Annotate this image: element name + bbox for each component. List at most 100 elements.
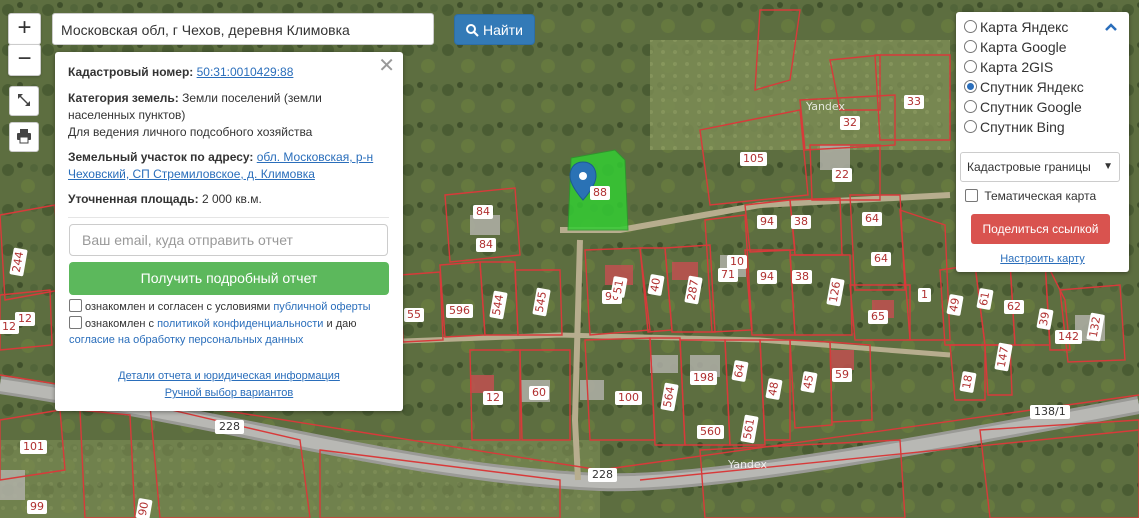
thematic-map-checkbox[interactable] [965,189,978,202]
plot-label: 84 [476,238,496,252]
land-category-row: Категория земель: Земли поселений (земли… [68,90,389,141]
zoom-out-button[interactable]: − [8,44,41,76]
layer-option-label: Карта 2GIS [980,59,1054,75]
email-field[interactable]: Ваш email, куда отправить отчет [69,224,388,256]
print-button[interactable] [9,122,39,152]
area-value: 2 000 кв.м. [201,192,262,206]
radio-button[interactable] [964,60,977,73]
layer-option-label: Спутник Bing [980,119,1065,135]
data-processing-link[interactable]: согласие на обработку персональных данны… [69,334,303,346]
plot-label: 105 [740,152,767,166]
layer-option-label: Спутник Google [980,99,1082,115]
fullscreen-button[interactable] [9,86,39,116]
cadastral-number-link[interactable]: 50:31:0010429:88 [197,65,294,79]
privacy-consent-checkbox[interactable] [69,316,82,329]
plot-label: 32 [840,116,860,130]
layer-option-bing-satellite[interactable]: Спутник Bing [964,117,1065,137]
privacy-consent-text-2: и даю [326,318,357,330]
plot-label: 198 [690,371,717,385]
plot-label: 12 [483,391,503,405]
radio-button[interactable] [964,100,977,113]
collapse-chevron [1105,23,1117,31]
thematic-map-row: Тематическая карта [965,188,1096,204]
layer-option-2gis-map[interactable]: Карта 2GIS [964,57,1053,77]
manual-choice-link[interactable]: Ручной выбор вариантов [165,387,293,399]
plot-label: 94 [757,215,777,229]
map-layers-panel: Карта Яндекс Карта Google Карта 2GIS Спу… [956,12,1129,272]
plot-label: 71 [718,268,738,282]
overlay-select-value: Кадастровые границы [967,160,1091,174]
plot-label: 99 [27,500,47,514]
layer-option-yandex-satellite[interactable]: Спутник Яндекс [964,77,1084,97]
address-label: Земельный участок по адресу: [68,150,254,164]
cadastral-number-row: Кадастровый номер: 50:31:0010429:88 [68,64,389,81]
plot-label: 101 [20,440,47,454]
printer-icon [17,129,31,144]
public-offer-link[interactable]: публичной оферты [273,301,370,313]
plot-label: 84 [473,205,493,219]
plot-label: 22 [832,168,852,182]
plot-label: 38 [792,270,812,284]
radio-button-selected[interactable] [964,80,977,93]
layer-option-label: Спутник Яндекс [980,79,1084,95]
chevron-down-icon: ▼ [1103,161,1113,172]
offer-consent-text: ознакомлен и согласен с условиями [85,301,271,313]
road-label: 138/1 [1030,405,1070,419]
plot-label: 62 [1004,300,1024,314]
layer-option-yandex-map[interactable]: Карта Яндекс [964,17,1068,37]
overlay-select[interactable]: Кадастровые границы ▼ [960,152,1120,182]
plot-label: 90 [135,497,153,518]
search-button[interactable]: Найти [454,14,535,45]
layer-option-google-map[interactable]: Карта Google [964,37,1067,57]
plot-label: 59 [832,368,852,382]
plot-label: 142 [1055,330,1082,344]
get-report-button[interactable]: Получить подробный отчет [69,262,389,295]
road-label: 228 [215,420,244,434]
plot-label: 88 [590,186,610,200]
privacy-policy-link[interactable]: политикой конфиденциальности [157,318,323,330]
map-watermark: Yandex [806,100,845,113]
radio-button[interactable] [964,20,977,33]
chevron-up-icon[interactable] [1105,19,1117,35]
plot-label: 560 [697,425,724,439]
plot-label: 33 [904,95,924,109]
share-link-button[interactable]: Поделиться ссылкой [971,214,1110,244]
search-button-label: Найти [482,22,523,38]
plot-label: 64 [871,252,891,266]
parcel-info-popup: ✕ Кадастровый номер: 50:31:0010429:88 Ка… [55,52,403,411]
zoom-in-button[interactable]: + [8,13,41,45]
plot-label: 64 [862,212,882,226]
plot-label: 65 [868,310,888,324]
thematic-map-label: Тематическая карта [984,189,1097,203]
map-settings-link[interactable]: Настроить карту [956,253,1129,265]
offer-consent-row: ознакомлен и согласен с условиями публич… [69,299,371,315]
land-category-label: Категория земель: [68,91,179,105]
layer-option-label: Карта Яндекс [980,19,1069,35]
area-label: Уточненная площадь: [68,192,199,206]
radio-button[interactable] [964,40,977,53]
plot-label: 1 [918,288,931,302]
offer-consent-checkbox[interactable] [69,299,82,312]
plot-label: 55 [404,308,424,322]
divider [68,217,389,218]
plot-label: 596 [446,304,473,318]
plot-label: 94 [757,270,777,284]
plot-label: 38 [791,215,811,229]
map-watermark: Yandex [728,458,767,471]
privacy-consent-text: ознакомлен с [85,318,155,330]
layer-option-google-satellite[interactable]: Спутник Google [964,97,1082,117]
radio-button[interactable] [964,120,977,133]
layer-option-label: Карта Google [980,39,1067,55]
privacy-consent-row: ознакомлен с политикой конфиденциальност… [69,316,357,348]
cadastral-number-label: Кадастровый номер: [68,65,194,79]
expand-icon [18,94,30,106]
address-search-input[interactable]: Московская обл, г Чехов, деревня Климовк… [52,13,434,45]
details-link[interactable]: Детали отчета и юридическая информация [118,370,340,382]
plot-label: 100 [615,391,642,405]
address-row: Земельный участок по адресу: обл. Москов… [68,149,389,183]
plot-label: 10 [727,255,747,269]
area-row: Уточненная площадь: 2 000 кв.м. [68,191,389,208]
search-icon [466,24,479,37]
details-link-row: Детали отчета и юридическая информация [55,370,403,382]
plot-label: 12 [0,320,19,334]
